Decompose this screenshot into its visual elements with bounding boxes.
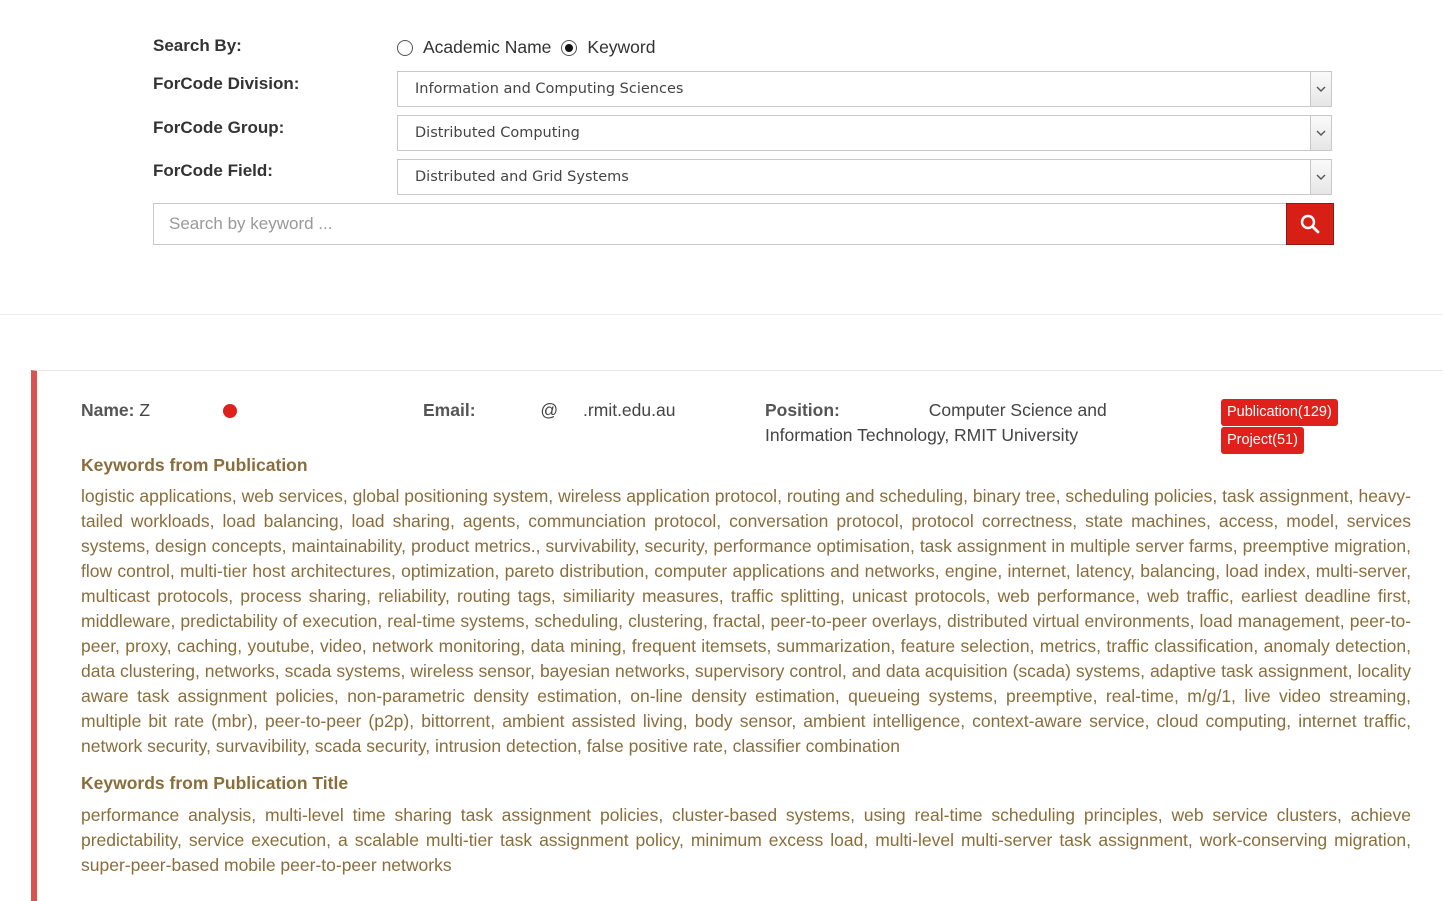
publication-badge[interactable]: Publication(129) (1221, 399, 1338, 426)
forcode-group-select[interactable]: Distributed Computing (397, 115, 1332, 151)
forcode-field-value: Distributed and Grid Systems (415, 169, 629, 185)
search-button[interactable] (1286, 203, 1334, 245)
name-value: Z (139, 400, 151, 420)
search-icon (1300, 214, 1320, 234)
position-label: Position: (765, 400, 840, 420)
forcode-division-select[interactable]: Information and Computing Sciences (397, 71, 1332, 107)
redaction-mark (222, 404, 237, 419)
email-domain[interactable]: .rmit.edu.au (583, 400, 675, 420)
radio-academic-name[interactable]: Academic Name (397, 37, 551, 58)
radio-academic-name-label: Academic Name (423, 37, 552, 57)
keywords-publication-heading: Keywords from Publication (81, 455, 308, 475)
forcode-field-select[interactable]: Distributed and Grid Systems (397, 159, 1332, 195)
section-divider (0, 314, 1443, 315)
name-label: Name: (81, 400, 135, 420)
email-at: @ (540, 400, 559, 420)
keywords-title-text: performance analysis, multi-level time s… (81, 805, 1411, 875)
forcode-field-label: ForCode Field: (153, 161, 273, 180)
chevron-down-icon[interactable] (1310, 116, 1331, 150)
keywords-title-heading: Keywords from Publication Title (81, 773, 349, 793)
search-by-label: Search By: (153, 36, 242, 55)
keyword-search-input[interactable] (154, 204, 1284, 244)
position-field: Position: Computer Science and Informati… (765, 398, 1185, 448)
email-field: Email: @ .rmit.edu.au (423, 398, 675, 423)
radio-keyword[interactable]: Keyword (561, 37, 655, 58)
chevron-down-icon[interactable] (1310, 160, 1331, 194)
forcode-division-label: ForCode Division: (153, 74, 300, 93)
radio-academic-name-control[interactable] (397, 39, 413, 56)
radio-keyword-control[interactable] (561, 39, 578, 56)
keyword-search-box (153, 203, 1334, 245)
result-card: Name: Z Email: @ .rmit.edu.au Position: … (31, 370, 1443, 901)
email-label: Email: (423, 400, 476, 420)
search-by-options: Academic Name Keyword (397, 37, 665, 58)
chevron-down-icon[interactable] (1310, 72, 1331, 106)
forcode-group-label: ForCode Group: (153, 118, 285, 137)
radio-keyword-label: Keyword (587, 37, 656, 57)
project-badge[interactable]: Project(51) (1221, 427, 1304, 454)
forcode-division-value: Information and Computing Sciences (415, 81, 684, 97)
keywords-publication-text: logistic applications, web services, glo… (81, 486, 1411, 756)
name-field: Name: Z (81, 398, 237, 423)
forcode-group-value: Distributed Computing (415, 125, 580, 141)
